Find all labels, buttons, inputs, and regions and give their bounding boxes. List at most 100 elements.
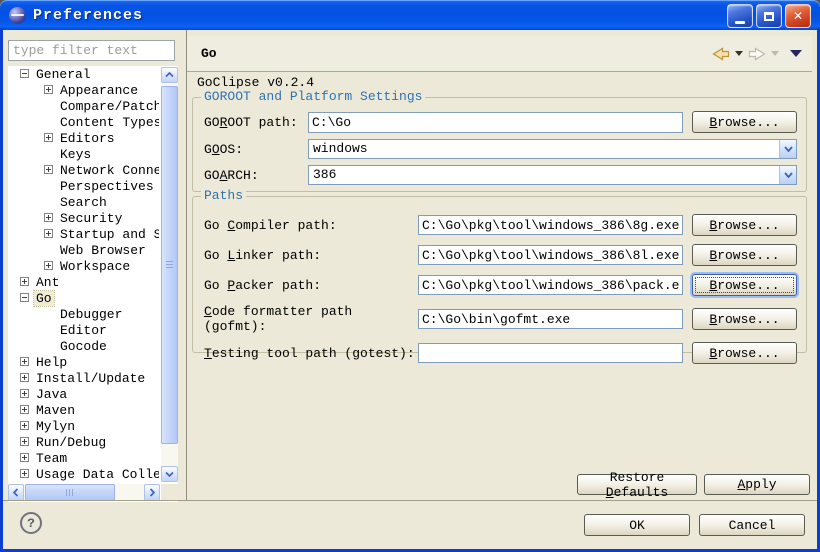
linker-path-input[interactable] [418, 245, 683, 265]
horizontal-scroll-thumb[interactable] [25, 484, 115, 501]
tree-item-compare-patch[interactable]: Compare/Patch [10, 99, 159, 115]
gotest-path-input[interactable] [418, 343, 683, 363]
expand-icon[interactable] [44, 261, 53, 270]
page-title: Go [201, 46, 217, 61]
gofmt-path-input[interactable] [418, 309, 683, 329]
tree-item-network-connect[interactable]: Network Connect [10, 163, 159, 179]
tree-connector [44, 197, 53, 206]
forward-icon[interactable] [748, 47, 766, 61]
tree-item-appearance[interactable]: Appearance [10, 83, 159, 99]
expand-icon[interactable] [20, 373, 29, 382]
expand-icon[interactable] [20, 421, 29, 430]
tree-item-startup-and-shu[interactable]: Startup and Shu [10, 227, 159, 243]
cancel-button[interactable]: Cancel [699, 514, 805, 536]
expand-icon[interactable] [20, 277, 29, 286]
tree-item-gocode[interactable]: Gocode [10, 339, 159, 355]
tree-item-search[interactable]: Search [10, 195, 159, 211]
scroll-up-button[interactable] [161, 67, 178, 83]
ok-button[interactable]: OK [584, 514, 690, 536]
compiler-path-input[interactable] [418, 215, 683, 235]
packer-browse-button[interactable]: Browse... [692, 274, 797, 296]
tree-item-perspectives[interactable]: Perspectives [10, 179, 159, 195]
expand-icon[interactable] [20, 357, 29, 366]
eclipse-icon [9, 7, 26, 24]
panel-divider[interactable] [186, 30, 187, 500]
gofmt-path-row: Code formatter path (gofmt): Browse... [204, 304, 797, 334]
tree-item-team[interactable]: Team [10, 451, 159, 467]
forward-dropdown-icon[interactable] [771, 51, 779, 56]
expand-icon[interactable] [44, 229, 53, 238]
titlebar[interactable]: Preferences ✕ [0, 0, 820, 30]
packer-path-input[interactable] [418, 275, 683, 295]
goarch-select[interactable]: 386 [308, 165, 797, 185]
apply-button[interactable]: Apply [704, 474, 810, 495]
tree-connector [44, 117, 53, 126]
tree-item-editors[interactable]: Editors [10, 131, 159, 147]
tree-item-usage-data-collect[interactable]: Usage Data Collect [10, 467, 159, 483]
help-button[interactable]: ? [20, 512, 42, 534]
gofmt-browse-button[interactable]: Browse... [692, 308, 797, 330]
tree-item-mylyn[interactable]: Mylyn [10, 419, 159, 435]
tree-item-keys[interactable]: Keys [10, 147, 159, 163]
expand-icon[interactable] [20, 405, 29, 414]
expand-icon[interactable] [20, 437, 29, 446]
tree-item-go[interactable]: Go [10, 291, 159, 307]
tree-item-ant[interactable]: Ant [10, 275, 159, 291]
collapse-icon[interactable] [20, 293, 29, 302]
chevron-down-icon [165, 471, 174, 477]
expand-icon[interactable] [44, 213, 53, 222]
vertical-scroll-thumb[interactable] [161, 86, 178, 444]
tree-item-java[interactable]: Java [10, 387, 159, 403]
collapse-icon[interactable] [20, 69, 29, 78]
minimize-icon [735, 21, 745, 24]
goroot-path-input[interactable] [308, 112, 683, 133]
filter-input[interactable] [8, 40, 175, 61]
tree-item-maven[interactable]: Maven [10, 403, 159, 419]
goroot-browse-button[interactable]: Browse... [692, 111, 797, 133]
packer-path-row: Go Packer path: Browse... [204, 274, 797, 296]
tree-horizontal-scrollbar[interactable] [8, 484, 160, 501]
tree-item-install-update[interactable]: Install/Update [10, 371, 159, 387]
chevron-down-icon [784, 146, 793, 152]
tree-item-label: Startup and Shu [58, 227, 159, 242]
tree-item-editor[interactable]: Editor [10, 323, 159, 339]
tree-item-workspace[interactable]: Workspace [10, 259, 159, 275]
compiler-browse-button[interactable]: Browse... [692, 214, 797, 236]
view-menu-icon[interactable] [790, 50, 802, 57]
tree-item-label: Editor [58, 323, 109, 338]
back-icon[interactable] [712, 47, 730, 61]
expand-icon[interactable] [44, 85, 53, 94]
linker-path-row: Go Linker path: Browse... [204, 244, 797, 266]
tree-item-security[interactable]: Security [10, 211, 159, 227]
maximize-button[interactable] [756, 4, 782, 28]
expand-icon[interactable] [20, 389, 29, 398]
gotest-browse-button[interactable]: Browse... [692, 342, 797, 364]
scroll-right-button[interactable] [144, 484, 160, 501]
goarch-dropdown-arrow[interactable] [779, 166, 796, 184]
scroll-down-button[interactable] [161, 466, 178, 482]
tree-item-web-browser[interactable]: Web Browser [10, 243, 159, 259]
restore-defaults-button[interactable]: Restore Defaults [577, 474, 697, 495]
linker-browse-button[interactable]: Browse... [692, 244, 797, 266]
minimize-button[interactable] [727, 4, 753, 28]
back-dropdown-icon[interactable] [735, 51, 743, 56]
goos-select[interactable]: windows [308, 139, 797, 159]
expand-icon[interactable] [44, 133, 53, 142]
tree-item-run-debug[interactable]: Run/Debug [10, 435, 159, 451]
tree-item-general[interactable]: General [10, 67, 159, 83]
expand-icon[interactable] [20, 469, 29, 478]
expand-icon[interactable] [44, 165, 53, 174]
compiler-path-label: Go Compiler path: [204, 218, 418, 233]
close-button[interactable]: ✕ [785, 4, 811, 28]
tree-vertical-scrollbar[interactable] [161, 67, 178, 482]
tree-item-help[interactable]: Help [10, 355, 159, 371]
tree-item-label: Network Connect [58, 163, 159, 178]
scroll-left-button[interactable] [8, 484, 24, 501]
expand-icon[interactable] [20, 453, 29, 462]
preferences-tree[interactable]: GeneralAppearanceCompare/PatchContent Ty… [10, 67, 159, 484]
tree-item-label: Appearance [58, 83, 140, 98]
tree-item-debugger[interactable]: Debugger [10, 307, 159, 323]
goos-dropdown-arrow[interactable] [779, 140, 796, 158]
gotest-path-label: Testing tool path (gotest): [204, 346, 418, 361]
tree-item-content-types[interactable]: Content Types [10, 115, 159, 131]
